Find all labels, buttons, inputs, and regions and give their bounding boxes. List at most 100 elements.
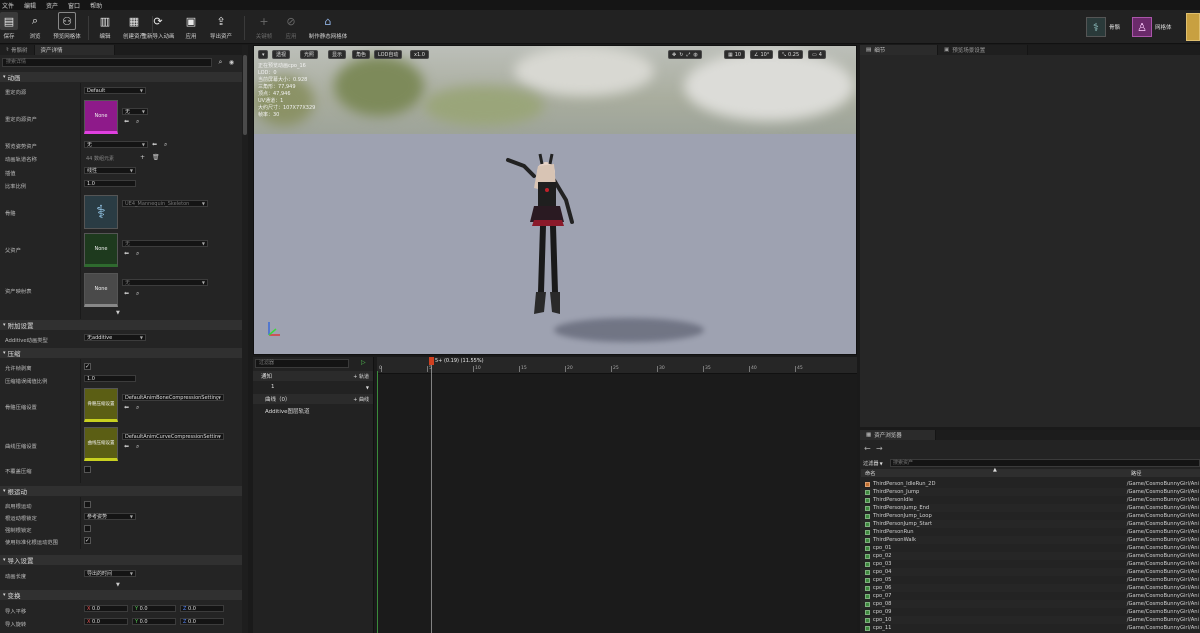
skeleton-mode-button[interactable]: ⚕ 骨骼 — [1086, 13, 1130, 41]
asset-list-item[interactable]: cpo_04/Game/CosmoBunnyGirl/Ani — [861, 568, 1199, 576]
asset-list-item[interactable]: cpo_06/Game/CosmoBunnyGirl/Ani — [861, 584, 1199, 592]
use-selected-arrow-icon[interactable]: ⬅ — [124, 250, 129, 257]
asset-list-item[interactable]: cpo_07/Game/CosmoBunnyGirl/Ani — [861, 592, 1199, 600]
expand-advanced-icon[interactable]: ▼ — [116, 582, 120, 588]
asset-list-item[interactable]: ThirdPersonJump_Start/Game/CosmoBunnyGir… — [861, 520, 1199, 528]
section-compression[interactable]: ▾ 压缩 — [0, 348, 242, 358]
asset-list-item[interactable]: cpo_09/Game/CosmoBunnyGirl/Ani — [861, 608, 1199, 616]
asset-list-item[interactable]: cpo_02/Game/CosmoBunnyGirl/Ani — [861, 552, 1199, 560]
bone-compression-thumbnail[interactable]: 骨骼压缩设置 — [84, 388, 118, 422]
asset-mapping-picker[interactable]: 无 — [122, 279, 208, 286]
make-static-mesh-button[interactable]: ⌂ 制作静态网格体 — [306, 12, 350, 42]
browse-search-icon[interactable]: ⌕ — [136, 443, 139, 451]
do-not-override-compression-checkbox[interactable] — [84, 466, 91, 473]
menu-file[interactable]: 文件 — [2, 1, 14, 10]
mesh-mode-button[interactable]: ♙ 网格体 — [1132, 13, 1182, 41]
compression-error-threshold-input[interactable]: 1.0 — [84, 375, 136, 382]
import-translation-y[interactable]: Y 0.0 — [132, 605, 176, 612]
filters-button[interactable]: 过滤器 ▼ — [863, 459, 883, 467]
asset-list-item[interactable]: ThirdPerson_IdleRun_2D/Game/CosmoBunnyGi… — [861, 480, 1199, 488]
scrollbar-thumb[interactable] — [243, 55, 247, 135]
use-selected-arrow-icon[interactable]: ⬅ — [152, 141, 157, 148]
save-button[interactable]: ▤ 保存 — [0, 12, 18, 42]
tab-asset-details[interactable]: 资产详情 — [34, 45, 115, 55]
menu-window[interactable]: 窗口 — [68, 1, 80, 10]
skeleton-thumbnail[interactable]: ⚕ — [84, 195, 118, 229]
retarget-source-dropdown[interactable]: Default — [84, 87, 146, 94]
use-selected-arrow-icon[interactable]: ⬅ — [124, 290, 129, 297]
export-asset-button[interactable]: ⇪ 导出资产 — [206, 12, 236, 42]
parent-asset-picker[interactable]: 无 — [122, 240, 208, 247]
additive-anim-type-dropdown[interactable]: 无additive — [84, 334, 146, 341]
back-arrow-icon[interactable]: ← — [864, 444, 871, 453]
additive-layer-tracks[interactable]: Additive图层轨道 — [253, 406, 373, 416]
animation-mode-button[interactable] — [1186, 13, 1200, 41]
camera-speed-button[interactable]: ▭ 4 — [808, 50, 826, 59]
force-root-lock-checkbox[interactable] — [84, 525, 91, 532]
enable-root-motion-checkbox[interactable] — [84, 501, 91, 508]
column-header-name[interactable]: 命名 — [865, 470, 875, 477]
asset-list-item[interactable]: cpo_10/Game/CosmoBunnyGirl/Ani — [861, 616, 1199, 624]
menu-help[interactable]: 帮助 — [90, 1, 102, 10]
import-translation-x[interactable]: X 0.0 — [84, 605, 128, 612]
asset-list-item[interactable]: cpo_03/Game/CosmoBunnyGirl/Ani — [861, 560, 1199, 568]
preview-mesh-button[interactable]: ⚇ 预览网格体 — [50, 12, 84, 42]
parent-asset-thumbnail[interactable]: None — [84, 233, 118, 267]
asset-list-item[interactable]: ThirdPersonJump_End/Game/CosmoBunnyGirl/… — [861, 504, 1199, 512]
asset-list-item[interactable]: ThirdPersonIdle/Game/CosmoBunnyGirl/Ani — [861, 496, 1199, 504]
viewport-menu-button[interactable]: ▾ — [258, 50, 268, 59]
show-button[interactable]: 显示 — [328, 50, 347, 59]
asset-list-item[interactable]: cpo_11/Game/CosmoBunnyGirl/Ani — [861, 624, 1199, 632]
asset-mapping-thumbnail[interactable]: None — [84, 273, 118, 307]
import-rotation-y[interactable]: Y 0.0 — [132, 618, 176, 625]
grid-snap-button[interactable]: ▦ 10 — [724, 50, 746, 59]
use-selected-arrow-icon[interactable]: ⬅ — [124, 404, 129, 411]
tab-preview-scene-settings[interactable]: ▣ 预览场景设置 — [938, 45, 1028, 55]
eye-icon[interactable]: ◉ — [227, 58, 236, 67]
retarget-source-asset-thumbnail[interactable]: None — [84, 100, 118, 134]
apply-button[interactable]: ▣ 应用 — [180, 12, 202, 42]
playback-controls-icon[interactable]: ▷ — [361, 359, 366, 366]
curves-track[interactable]: 曲线（0） + 曲线 — [253, 394, 373, 404]
section-import-settings[interactable]: ▾ 导入设置 — [0, 555, 242, 565]
allow-frame-stripping-checkbox[interactable]: ✓ — [84, 363, 91, 370]
menu-edit[interactable]: 编辑 — [24, 1, 36, 10]
animation-length-dropdown[interactable]: 导出的时间 — [84, 570, 136, 577]
animation-viewport[interactable]: ▾ 透视 光照 显示 角色 LOD自动 x1.0 ✥ ↻ ⤢ ◍ ▦ 10 ∠ 10° ⤡… — [253, 45, 857, 355]
retarget-source-asset-picker[interactable]: 无 — [122, 108, 148, 115]
rate-scale-input[interactable]: 1.0 — [84, 180, 136, 187]
character-button[interactable]: 角色 — [352, 50, 371, 59]
section-transform[interactable]: ▾ 变换 — [0, 590, 242, 600]
timeline-ruler[interactable]: 0 5 10 15 20 25 30 35 40 45 5+ (0.19) (1… — [377, 357, 857, 374]
trash-icon[interactable]: 🗑 — [152, 154, 160, 161]
search-icon[interactable]: ⌕ — [216, 58, 225, 67]
import-translation-z[interactable]: Z 0.0 — [180, 605, 224, 612]
browse-search-icon[interactable]: ⌕ — [136, 250, 139, 258]
import-rotation-x[interactable]: X 0.0 — [84, 618, 128, 625]
asset-list-item[interactable]: ThirdPersonRun/Game/CosmoBunnyGirl/Ani — [861, 528, 1199, 536]
import-rotation-z[interactable]: Z 0.0 — [180, 618, 224, 625]
tab-asset-browser[interactable]: ▦ 资产浏览器 — [860, 430, 936, 440]
root-motion-root-lock-dropdown[interactable]: 参考姿势 — [84, 513, 136, 520]
curve-compression-thumbnail[interactable]: 曲线压缩设置 — [84, 427, 118, 461]
browse-search-icon[interactable]: ⌕ — [136, 118, 139, 126]
asset-list-item[interactable]: cpo_08/Game/CosmoBunnyGirl/Ani — [861, 600, 1199, 608]
asset-list-item[interactable]: ThirdPersonWalk/Game/CosmoBunnyGirl/Ani — [861, 536, 1199, 544]
apply-disabled-button[interactable]: ⊘ 应用 — [280, 12, 302, 42]
add-element-icon[interactable]: + — [140, 154, 145, 161]
use-selected-arrow-icon[interactable]: ⬅ — [124, 118, 129, 125]
details-search-input[interactable]: 搜索详情 — [2, 58, 212, 67]
edit-button[interactable]: ▥ 编辑 — [92, 12, 118, 42]
browse-search-icon[interactable]: ⌕ — [136, 404, 139, 412]
expand-advanced-icon[interactable]: ▼ — [116, 310, 120, 316]
column-header-path[interactable]: 路径 — [1131, 470, 1141, 477]
section-additive[interactable]: ▾ 附加设置 — [0, 320, 242, 330]
asset-list-item[interactable]: ThirdPerson_Jump/Game/CosmoBunnyGirl/Ani — [861, 488, 1199, 496]
perspective-button[interactable]: 透视 — [272, 50, 291, 59]
use-selected-arrow-icon[interactable]: ⬅ — [124, 443, 129, 450]
tab-details[interactable]: ▤ 细节 — [860, 45, 938, 55]
tab-skeleton-tree[interactable]: ⚕ 骨骼树 — [0, 45, 35, 55]
rotation-snap-button[interactable]: ∠ 10° — [750, 50, 774, 59]
browse-button[interactable]: ⌕ 浏览 — [24, 12, 46, 42]
playhead-handle[interactable] — [429, 357, 434, 365]
